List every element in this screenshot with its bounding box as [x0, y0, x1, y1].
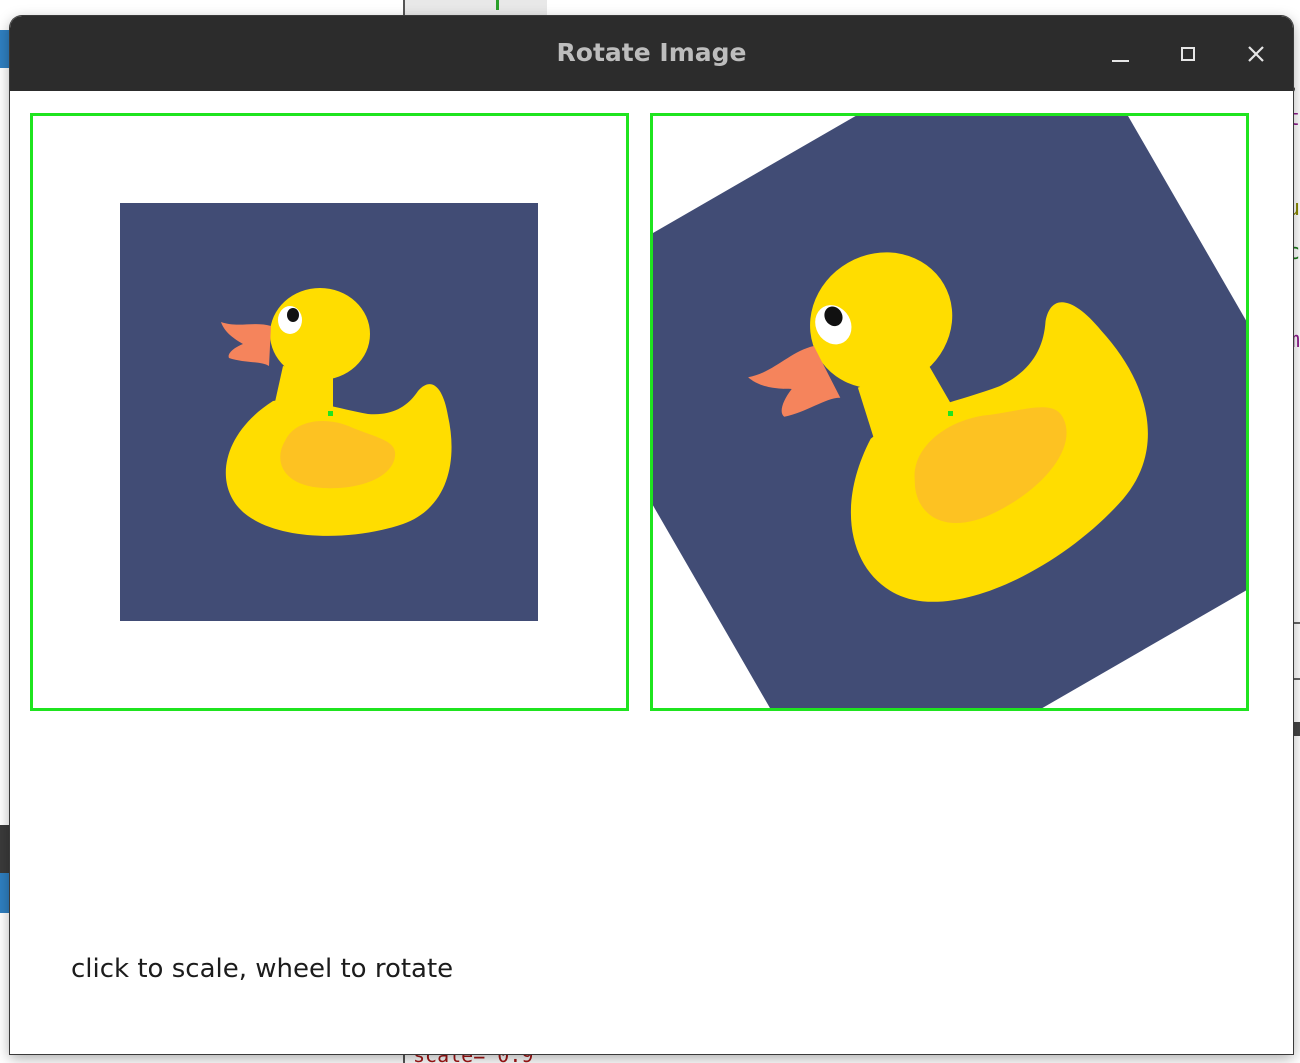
background-editor-rule [1292, 622, 1300, 624]
original-image-frame[interactable] [30, 113, 629, 711]
background-editor-rule [1292, 678, 1300, 680]
original-image [120, 203, 538, 621]
instructions-text: click to scale, wheel to rotate [71, 954, 454, 984]
title-bar[interactable]: Rotate Image [10, 16, 1293, 91]
close-button[interactable] [1236, 34, 1276, 74]
app-window: Rotate Image click to scale, wheel to ro… [10, 16, 1293, 1054]
maximize-button[interactable] [1168, 34, 1208, 74]
background-editor-scrollbar [1292, 722, 1300, 736]
background-editor-tab [0, 30, 10, 68]
background-editor-tab [0, 873, 10, 913]
minimize-button[interactable] [1100, 34, 1140, 74]
image-canvas[interactable]: click to scale, wheel to rotate [10, 91, 1293, 1054]
rotated-image-frame[interactable] [650, 113, 1249, 711]
background-editor-change-marker [496, 0, 499, 10]
center-marker [328, 411, 333, 416]
maximize-icon [1181, 47, 1195, 61]
center-marker [948, 411, 953, 416]
rotated-image [653, 116, 1246, 708]
close-icon [1248, 46, 1264, 62]
background-editor-panel [0, 825, 10, 873]
minimize-icon [1111, 60, 1129, 62]
